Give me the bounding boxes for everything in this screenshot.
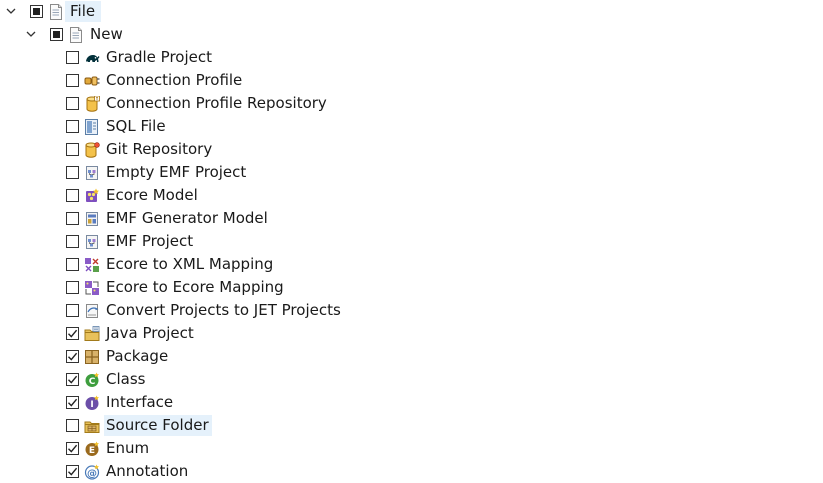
- tree-node-file[interactable]: File: [5, 0, 101, 23]
- enum-icon: E: [84, 441, 100, 457]
- gradle-elephant-icon: [84, 50, 100, 66]
- svg-text:I: I: [90, 400, 93, 410]
- tree-item-label: New: [90, 25, 123, 43]
- checkbox-partial[interactable]: [50, 28, 63, 41]
- checkbox-checked[interactable]: [66, 396, 79, 409]
- tree-item[interactable]: C Class: [66, 368, 145, 391]
- repository-cylinder-icon: [84, 95, 100, 112]
- tree-item[interactable]: EMF Generator Model: [66, 207, 268, 230]
- tree-item[interactable]: I Interface: [66, 391, 173, 414]
- tree-item-label: Java Project: [106, 324, 194, 342]
- emf-project-icon: [84, 234, 100, 250]
- tree-item[interactable]: E Enum: [66, 437, 149, 460]
- tree-item[interactable]: Ecore to XML Mapping: [66, 253, 273, 276]
- checkbox-partial[interactable]: [30, 5, 43, 18]
- git-repository-icon: [84, 141, 100, 158]
- tree-item[interactable]: Ecore to Ecore Mapping: [66, 276, 284, 299]
- checkbox-unchecked[interactable]: [66, 212, 79, 225]
- tree-item-label: Ecore to XML Mapping: [106, 255, 274, 273]
- tree-item-label: Connection Profile Repository: [106, 94, 327, 112]
- generator-model-icon: [84, 211, 100, 227]
- page-icon: [68, 26, 84, 43]
- checkbox-unchecked[interactable]: [66, 51, 79, 64]
- sql-file-icon: [84, 118, 100, 135]
- tree-item[interactable]: SQL File: [66, 115, 166, 138]
- interface-icon: I: [84, 395, 100, 411]
- svg-text:E: E: [89, 446, 95, 456]
- emf-project-icon: [84, 165, 100, 181]
- checkbox-unchecked[interactable]: [66, 304, 79, 317]
- checkbox-unchecked[interactable]: [66, 97, 79, 110]
- jet-convert-icon: [84, 303, 100, 319]
- tree-item-label: Connection Profile: [106, 71, 243, 89]
- tree-item-label: Ecore Model: [106, 186, 198, 204]
- java-project-folder-icon: [84, 325, 100, 342]
- checkbox-unchecked[interactable]: [66, 143, 79, 156]
- tree-item-label: Empty EMF Project: [106, 163, 247, 181]
- annotation-icon: @: [84, 464, 100, 480]
- tree-node-new[interactable]: New: [25, 23, 123, 46]
- tree-item-label: EMF Generator Model: [106, 209, 268, 227]
- tree-item[interactable]: Connection Profile: [66, 69, 242, 92]
- checkbox-checked[interactable]: [66, 442, 79, 455]
- tree-item-label: Convert Projects to JET Projects: [106, 301, 341, 319]
- class-icon: C: [84, 372, 100, 388]
- ecore-model-icon: [84, 188, 100, 204]
- svg-text:@: @: [87, 468, 97, 479]
- tree-item[interactable]: Ecore Model: [66, 184, 198, 207]
- tree-item-label: Git Repository: [106, 140, 213, 158]
- checkbox-unchecked[interactable]: [66, 120, 79, 133]
- tree-item-label: Interface: [106, 393, 174, 411]
- page-icon: [48, 3, 64, 20]
- tree-item[interactable]: Connection Profile Repository: [66, 92, 327, 115]
- tree-item[interactable]: Empty EMF Project: [66, 161, 246, 184]
- tree-item[interactable]: Java Project: [66, 322, 194, 345]
- tree-item[interactable]: Gradle Project: [66, 46, 212, 69]
- checkbox-unchecked[interactable]: [66, 235, 79, 248]
- chevron-down-icon[interactable]: [25, 29, 37, 41]
- tree-item-label: Source Folder: [106, 416, 209, 434]
- tree-item[interactable]: Git Repository: [66, 138, 212, 161]
- checkbox-unchecked[interactable]: [66, 258, 79, 271]
- package-icon: [84, 349, 100, 365]
- tree-item-label: Ecore to Ecore Mapping: [106, 278, 284, 296]
- svg-text:C: C: [89, 377, 96, 387]
- checkbox-unchecked[interactable]: [66, 189, 79, 202]
- xml-mapping-icon: [84, 257, 100, 273]
- tree-item[interactable]: Convert Projects to JET Projects: [66, 299, 341, 322]
- chevron-down-icon[interactable]: [5, 6, 17, 18]
- tree-item-label: Class: [106, 370, 146, 388]
- tree-item[interactable]: @ Annotation: [66, 460, 188, 483]
- tree-item-label: Package: [106, 347, 169, 365]
- tree-item[interactable]: Source Folder: [66, 414, 212, 437]
- checkbox-unchecked[interactable]: [66, 281, 79, 294]
- checkbox-checked[interactable]: [66, 350, 79, 363]
- checkbox-checked[interactable]: [66, 327, 79, 340]
- tree-item-label: Gradle Project: [106, 48, 212, 66]
- checkbox-checked[interactable]: [66, 465, 79, 478]
- tree-item-label: Enum: [106, 439, 150, 457]
- tree-item[interactable]: Package: [66, 345, 168, 368]
- checkbox-unchecked[interactable]: [66, 74, 79, 87]
- tree-item[interactable]: EMF Project: [66, 230, 193, 253]
- tree-item-label: EMF Project: [106, 232, 194, 250]
- checkbox-unchecked[interactable]: [66, 166, 79, 179]
- checkbox-unchecked[interactable]: [66, 419, 79, 432]
- checkbox-checked[interactable]: [66, 373, 79, 386]
- ecore-mapping-icon: [84, 280, 100, 296]
- tree-item-label: Annotation: [106, 462, 189, 480]
- connection-plug-icon: [84, 73, 100, 89]
- tree-item-label: SQL File: [106, 117, 166, 135]
- tree-item-label: File: [70, 2, 96, 20]
- source-folder-icon: [84, 418, 100, 434]
